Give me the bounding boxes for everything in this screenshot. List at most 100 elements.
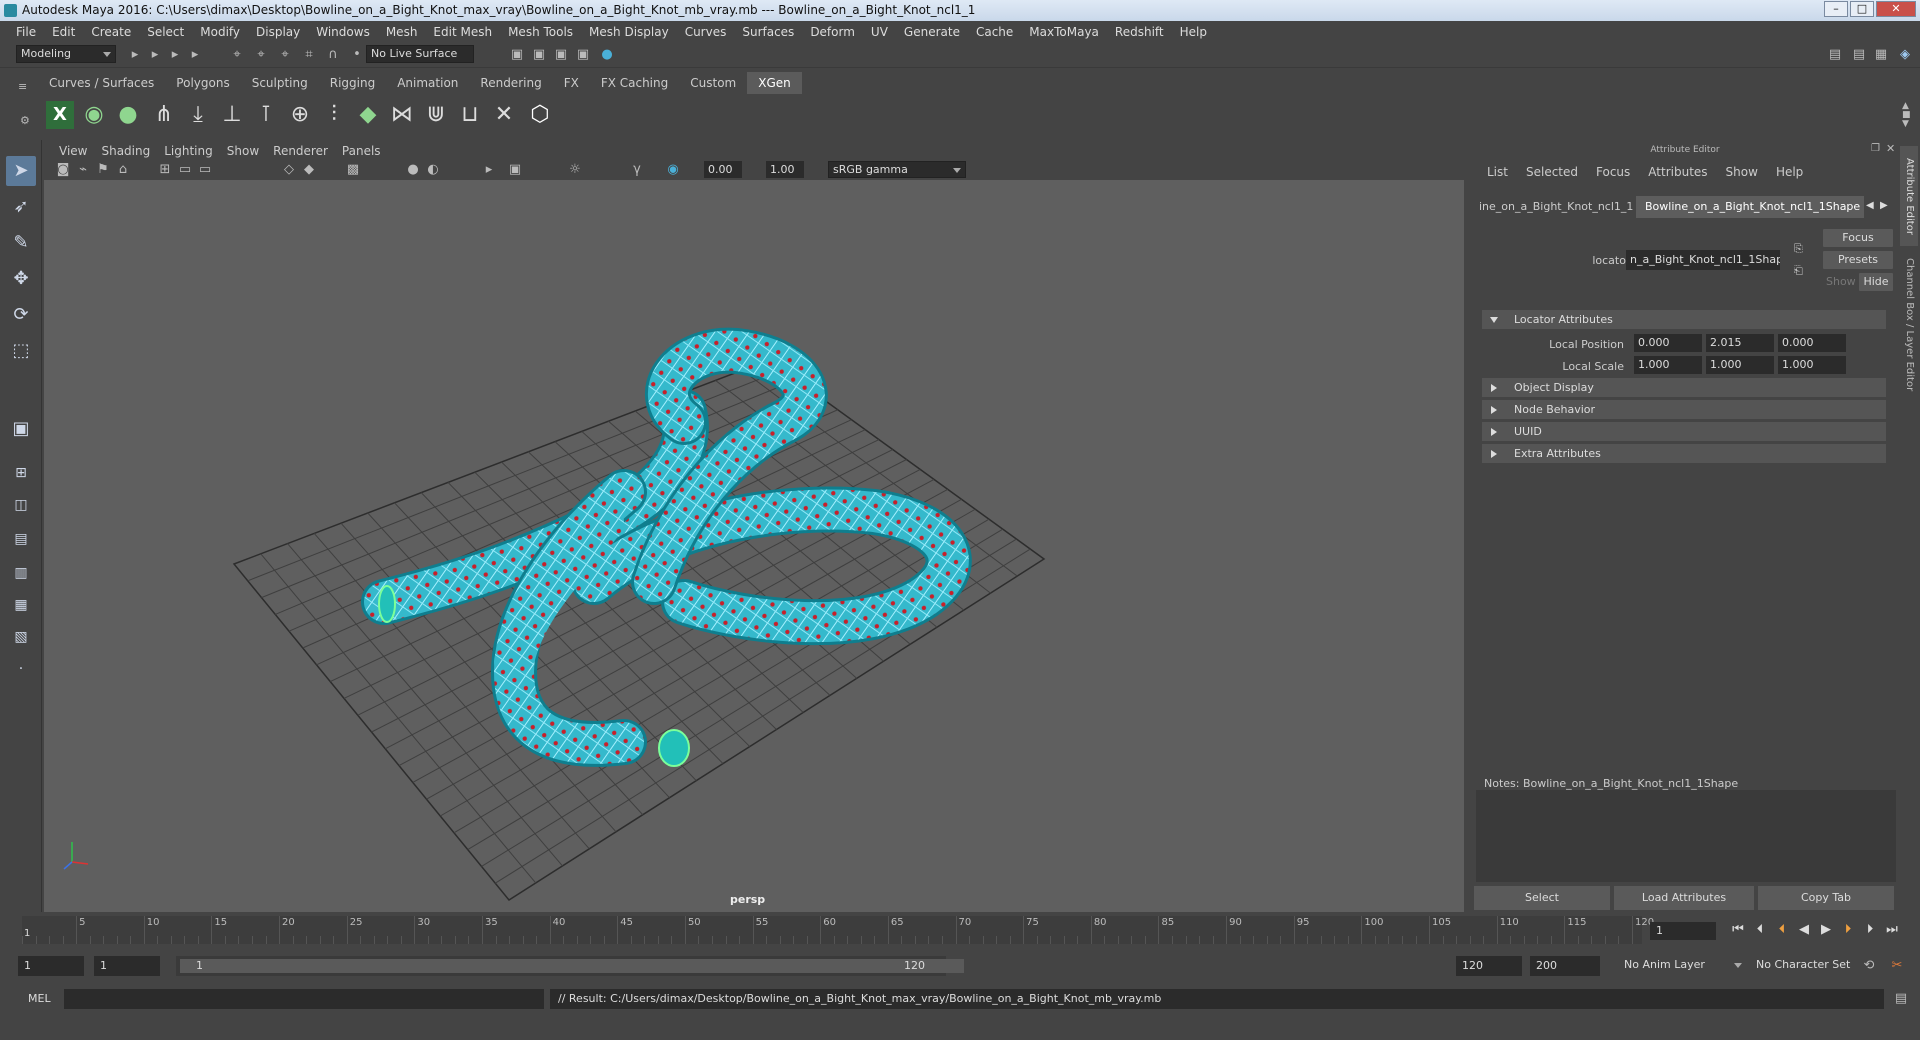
xgen-place-guide-icon[interactable]: ⤓ xyxy=(184,101,212,129)
exposure-field[interactable]: 0.00 xyxy=(704,161,742,178)
tool-settings-icon[interactable]: ▦ xyxy=(1872,46,1890,64)
menu-curves[interactable]: Curves xyxy=(677,25,735,39)
snap-grid-icon[interactable]: ⌗ xyxy=(300,46,318,64)
anim-layer-selector[interactable]: No Anim Layer xyxy=(1620,957,1746,975)
custom-layout-icon[interactable]: ▧ xyxy=(6,622,36,652)
ambient-occlusion-icon[interactable]: ◐ xyxy=(424,161,442,179)
xgen-sculpt-guide-icon[interactable]: ⊺ xyxy=(252,101,280,129)
close-panel-icon[interactable]: ✕ xyxy=(1886,142,1895,155)
show-button[interactable]: Show xyxy=(1826,275,1856,288)
shelf-settings-icon[interactable]: ⚙ xyxy=(20,114,34,128)
go-to-end-icon[interactable]: ⏭ xyxy=(1884,922,1900,938)
section-node-behavior[interactable]: Node Behavior xyxy=(1482,400,1886,419)
channel-box-side-tab[interactable]: Channel Box / Layer Editor xyxy=(1900,250,1918,400)
local-scale-y-field[interactable]: 1.000 xyxy=(1706,356,1774,374)
viewport-menu-shading[interactable]: Shading xyxy=(94,142,157,160)
image-plane-icon[interactable]: ⌂ xyxy=(114,161,132,179)
tab-prev-icon[interactable]: ◀ xyxy=(1866,200,1874,211)
menu-uv[interactable]: UV xyxy=(863,25,896,39)
menu-mesh[interactable]: Mesh xyxy=(378,25,426,39)
live-surface-field[interactable]: No Live Surface xyxy=(366,45,474,63)
shelf-menu-icon[interactable]: ≡ xyxy=(18,80,34,93)
menu-file[interactable]: File xyxy=(8,25,44,39)
play-backwards-icon[interactable]: ◀ xyxy=(1796,922,1812,938)
single-view-layout-icon[interactable]: ▣ xyxy=(6,414,36,444)
ae-menu-selected[interactable]: Selected xyxy=(1517,162,1587,182)
menu-redshift[interactable]: Redshift xyxy=(1107,25,1172,39)
xgen-rebuild-icon[interactable]: ⊔ xyxy=(456,101,484,129)
go-to-start-icon[interactable]: ⏮ xyxy=(1730,922,1746,938)
attribute-editor-side-tab[interactable]: Attribute Editor xyxy=(1900,146,1918,246)
shelf-tab-fx[interactable]: FX xyxy=(552,72,590,94)
ipr-render-icon[interactable]: ▣ xyxy=(552,46,570,64)
grid-toggle-icon[interactable]: ⊞ xyxy=(156,161,174,179)
save-scene-icon[interactable]: ▸ xyxy=(146,46,164,64)
gamma-field[interactable]: 1.00 xyxy=(766,161,804,178)
character-set-selector[interactable]: No Character Set xyxy=(1752,957,1870,975)
attribute-editor-toggle-icon[interactable]: ▤ xyxy=(1850,46,1868,64)
menu-select[interactable]: Select xyxy=(139,25,192,39)
select-object-icon[interactable]: ⌖ xyxy=(252,46,270,64)
local-position-x-field[interactable]: 0.000 xyxy=(1634,334,1702,352)
menu-mesh-tools[interactable]: Mesh Tools xyxy=(500,25,581,39)
menu-display[interactable]: Display xyxy=(248,25,308,39)
step-forward-frame-icon[interactable]: ⏵ xyxy=(1840,922,1856,938)
film-gate-icon[interactable]: ▭ xyxy=(176,161,194,179)
undo-icon[interactable]: ▸ xyxy=(166,46,184,64)
close-button[interactable]: ✕ xyxy=(1876,1,1916,17)
hide-button[interactable]: Hide xyxy=(1859,273,1893,291)
section-object-display[interactable]: Object Display xyxy=(1482,378,1886,397)
ae-menu-help[interactable]: Help xyxy=(1767,162,1812,182)
exposure-icon[interactable]: ☼ xyxy=(566,161,584,179)
camera-attributes-icon[interactable]: ⌁ xyxy=(74,161,92,179)
script-editor-icon[interactable]: ▤ xyxy=(1892,990,1910,1008)
copy-tab-button[interactable]: Copy Tab xyxy=(1758,886,1894,910)
viewport-menu-view[interactable]: View xyxy=(52,142,94,160)
section-uuid[interactable]: UUID xyxy=(1482,422,1886,441)
viewport-menu-renderer[interactable]: Renderer xyxy=(266,142,335,160)
hypershade-layout-icon[interactable]: ▦ xyxy=(6,590,36,620)
step-back-key-icon[interactable]: ⏴ xyxy=(1752,922,1768,938)
command-input[interactable] xyxy=(64,989,544,1009)
minimize-button[interactable]: – xyxy=(1824,1,1848,17)
current-frame-field[interactable]: 1 xyxy=(1650,922,1716,940)
hypershade-icon[interactable]: ● xyxy=(598,46,616,64)
xgen-normalize-icon[interactable]: ⋓ xyxy=(422,101,450,129)
menu-windows[interactable]: Windows xyxy=(308,25,378,39)
select-node-icon[interactable]: ⎘ xyxy=(1794,242,1803,256)
menu-modify[interactable]: Modify xyxy=(192,25,248,39)
xgen-editor-icon[interactable]: X xyxy=(46,101,74,129)
select-component-icon[interactable]: ⌖ xyxy=(276,46,294,64)
section-locator-attributes[interactable]: Locator Attributes xyxy=(1482,310,1886,329)
shelf-tab-sculpting[interactable]: Sculpting xyxy=(240,72,319,94)
xgen-create-description-icon[interactable]: ● xyxy=(114,101,142,129)
menu-surfaces[interactable]: Surfaces xyxy=(734,25,802,39)
xgen-lock-guide-icon[interactable]: ⊕ xyxy=(286,101,314,129)
menu-maxtomaya[interactable]: MaxToMaya xyxy=(1021,25,1107,39)
step-back-frame-icon[interactable]: ⏴ xyxy=(1774,922,1790,938)
auto-key-icon[interactable]: ⟲ xyxy=(1860,957,1878,975)
render-settings-icon[interactable]: ▣ xyxy=(574,46,592,64)
graph-node-icon[interactable]: ⎗ xyxy=(1794,264,1803,278)
shelf-tab-fx-caching[interactable]: FX Caching xyxy=(589,72,680,94)
section-extra-attributes[interactable]: Extra Attributes xyxy=(1482,444,1886,463)
viewport-menu-lighting[interactable]: Lighting xyxy=(157,142,220,160)
time-slider-track[interactable]: 5 10 15 20 25 30 35 40 45 50 55 60 65 70 75 80 85 90 95 100… xyxy=(22,916,1654,944)
textured-icon[interactable]: ▩ xyxy=(344,161,362,179)
rotate-tool-icon[interactable]: ⟳ xyxy=(6,300,36,330)
shelf-tab-custom[interactable]: Custom xyxy=(679,72,748,94)
ae-menu-show[interactable]: Show xyxy=(1717,162,1767,182)
local-scale-z-field[interactable]: 1.000 xyxy=(1778,356,1846,374)
shadows-icon[interactable]: ● xyxy=(404,161,422,179)
viewport-menu-panels[interactable]: Panels xyxy=(335,142,388,160)
select-button[interactable]: Select xyxy=(1474,886,1610,910)
local-position-z-field[interactable]: 0.000 xyxy=(1778,334,1846,352)
tab-shape-node[interactable]: Bowline_on_a_Bight_Knot_ncl1_1Shape xyxy=(1636,196,1864,218)
lasso-tool-icon[interactable]: ➶ xyxy=(6,192,36,222)
animation-end-field[interactable]: 200 xyxy=(1530,956,1600,976)
animation-prefs-icon[interactable]: ✂ xyxy=(1888,957,1906,975)
menu-mesh-display[interactable]: Mesh Display xyxy=(581,25,677,39)
ae-menu-focus[interactable]: Focus xyxy=(1587,162,1639,182)
modeling-toolkit-icon[interactable]: ▤ xyxy=(1826,46,1844,64)
local-position-y-field[interactable]: 2.015 xyxy=(1706,334,1774,352)
